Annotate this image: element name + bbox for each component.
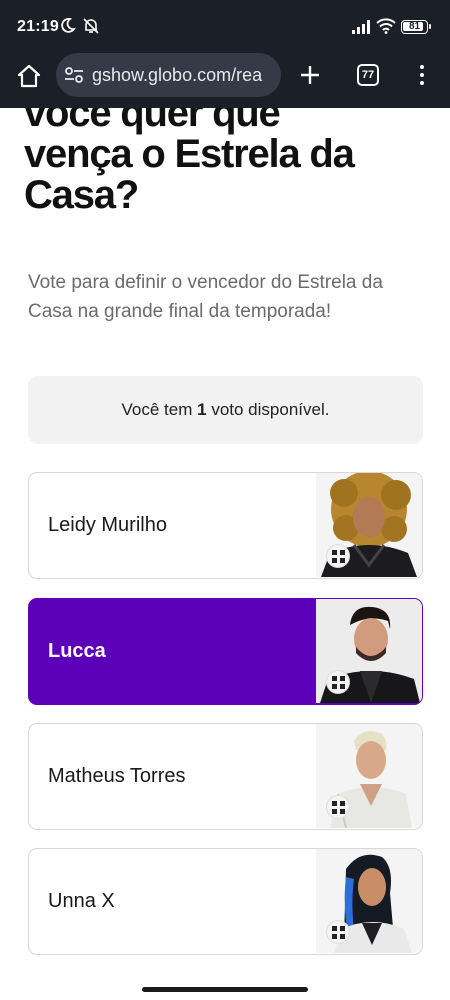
candidate-name: Matheus Torres <box>48 765 186 787</box>
status-bar: 21:19 81 <box>0 0 450 50</box>
candidate-photo <box>316 849 422 953</box>
tab-count: 77 <box>361 69 375 81</box>
headline-line: Casa? <box>24 173 139 217</box>
expand-photo-icon[interactable] <box>326 795 350 819</box>
signal-icon <box>352 20 370 34</box>
candidate-photo <box>316 724 422 828</box>
site-settings-icon[interactable] <box>64 66 84 84</box>
do-not-disturb-moon-icon <box>61 17 76 33</box>
expand-photo-icon[interactable] <box>326 920 350 944</box>
wifi-icon <box>376 18 396 34</box>
gesture-navigation-bar[interactable] <box>142 987 308 992</box>
candidate-name: Lucca <box>48 640 106 662</box>
candidate-card-matheus-torres[interactable]: Matheus Torres <box>28 723 423 830</box>
browser-chrome: 21:19 81 gshow.globo.com/rea 77 <box>0 0 450 108</box>
votes-count: 1 <box>197 400 207 419</box>
page-content: você quer que vença o Estrela da Casa? V… <box>0 108 450 1000</box>
address-bar[interactable]: gshow.globo.com/rea <box>56 53 281 97</box>
votes-available-banner: Você tem 1 voto disponível. <box>28 376 423 444</box>
candidate-card-lucca[interactable]: Lucca <box>28 598 423 705</box>
tab-switcher-icon[interactable]: 77 <box>357 64 379 86</box>
candidate-name: Unna X <box>48 890 115 912</box>
candidate-photo <box>316 473 422 577</box>
candidate-card-unna-x[interactable]: Unna X <box>28 848 423 955</box>
expand-photo-icon[interactable] <box>326 544 350 568</box>
url-text[interactable]: gshow.globo.com/rea <box>92 65 262 86</box>
candidate-name: Leidy Murilho <box>48 514 167 536</box>
new-tab-icon[interactable] <box>298 63 322 87</box>
page-subtitle: Vote para definir o vencedor do Estrela … <box>28 272 383 322</box>
headline-line: vença o Estrela da <box>24 132 355 176</box>
candidate-photo <box>316 599 422 703</box>
expand-photo-icon[interactable] <box>326 670 350 694</box>
votes-suffix: voto disponível. <box>211 400 330 419</box>
votes-prefix: Você tem <box>121 400 193 419</box>
page-headline: você quer que vença o Estrela da Casa? <box>24 108 424 216</box>
home-icon[interactable] <box>16 64 42 88</box>
headline-line: você quer que <box>24 108 281 135</box>
status-time: 21:19 <box>17 18 59 35</box>
battery-icon: 81 <box>401 20 431 34</box>
candidate-card-leidy-murilho[interactable]: Leidy Murilho <box>28 472 423 579</box>
muted-bell-icon <box>83 18 99 34</box>
more-menu-icon[interactable] <box>414 63 430 89</box>
battery-level: 81 <box>408 21 421 32</box>
